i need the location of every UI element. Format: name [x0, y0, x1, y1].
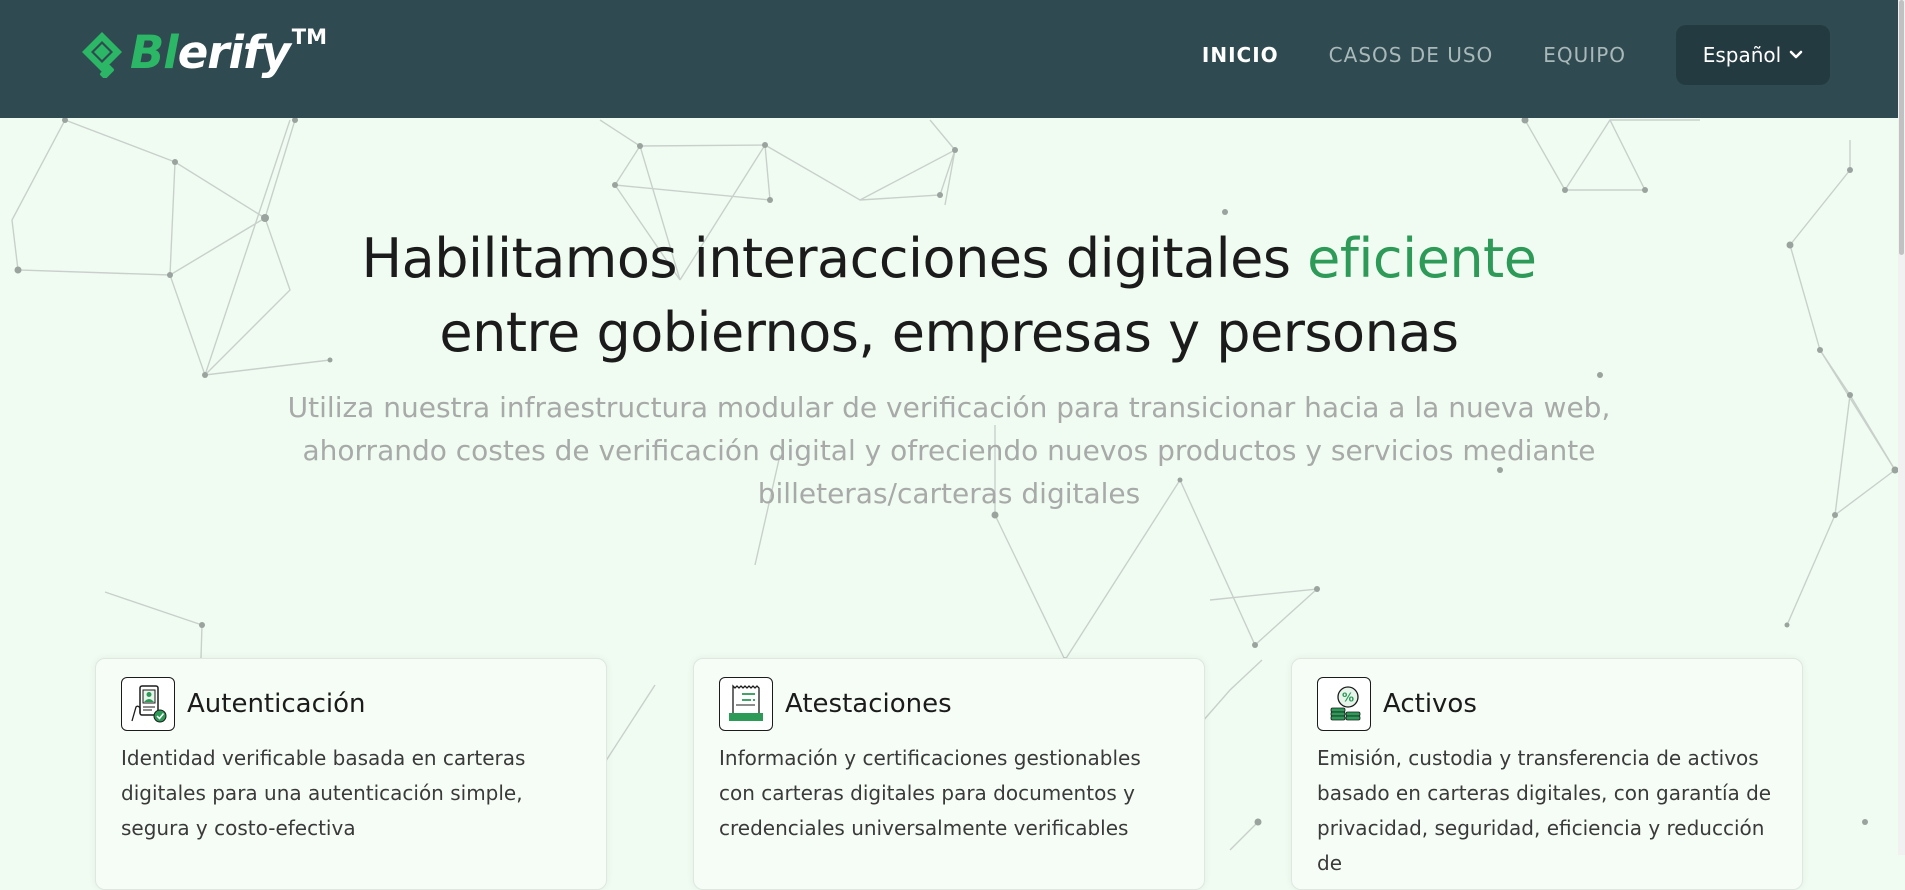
coins-percent-icon: % — [1317, 677, 1371, 731]
card-header: % Activos — [1317, 677, 1477, 731]
card-title: Atestaciones — [785, 689, 952, 719]
chevron-down-icon — [1789, 50, 1803, 59]
language-selector[interactable]: Español — [1676, 25, 1830, 85]
main-navigation: INICIO CASOS DE USO EQUIPO Español — [1202, 25, 1830, 85]
card-header: Autenticación — [121, 677, 365, 731]
svg-text:%: % — [1342, 691, 1354, 705]
trademark-symbol: TM — [291, 25, 328, 49]
hero-section: Habilitamos interacciones digitales efic… — [0, 118, 1898, 515]
logo-diamond-icon — [82, 32, 122, 78]
nav-link-equipo[interactable]: EQUIPO — [1543, 43, 1626, 67]
id-verification-icon — [121, 677, 175, 731]
brand-name: Blerify — [130, 26, 291, 80]
brand-logo[interactable]: Blerify TM — [80, 26, 327, 80]
hero-title-highlight: eficiente — [1307, 227, 1537, 290]
card-autenticacion[interactable]: Autenticación Identidad verificable basa… — [95, 658, 607, 890]
card-atestaciones[interactable]: Atestaciones Información y certificacion… — [693, 658, 1205, 890]
card-activos[interactable]: % Activos Emisión, custodia y transferen… — [1291, 658, 1803, 890]
card-description: Información y certificaciones gestionabl… — [719, 746, 1141, 840]
brand-name-rest: erify — [177, 26, 291, 79]
card-description: Emisión, custodia y transferencia de act… — [1317, 746, 1772, 875]
card-title: Activos — [1383, 689, 1477, 719]
nav-link-casos-de-uso[interactable]: CASOS DE USO — [1329, 43, 1494, 67]
hero-title-line2: entre gobiernos, empresas y personas — [439, 301, 1459, 364]
nav-link-inicio[interactable]: INICIO — [1202, 43, 1279, 67]
hero-title: Habilitamos interacciones digitales efic… — [0, 222, 1898, 370]
document-certificate-icon — [719, 677, 773, 731]
card-title: Autenticación — [187, 689, 366, 719]
hero-title-line1: Habilitamos interacciones digitales — [361, 227, 1291, 290]
brand-name-prefix: Bl — [130, 26, 179, 79]
page-scrollbar-thumb[interactable] — [1899, 0, 1904, 255]
language-label: Español — [1702, 43, 1782, 67]
top-navbar: Blerify TM INICIO CASOS DE USO EQUIPO Es… — [0, 0, 1898, 118]
card-header: Atestaciones — [719, 677, 952, 731]
hero-subtitle: Utiliza nuestra infraestructura modular … — [287, 391, 1611, 510]
card-description: Identidad verificable basada en carteras… — [121, 746, 526, 840]
